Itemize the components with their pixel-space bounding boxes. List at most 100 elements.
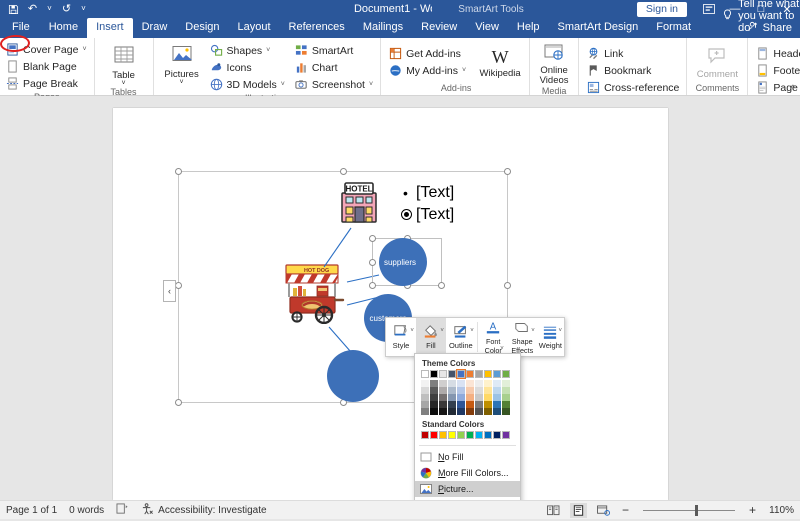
- standard-swatch-5[interactable]: [466, 431, 474, 439]
- cover-page-button[interactable]: Cover Page ˅: [4, 42, 90, 58]
- chevron-down-icon[interactable]: ˅: [180, 79, 184, 86]
- pictures-button[interactable]: Pictures ˅: [160, 45, 204, 86]
- tab-smartart-design[interactable]: SmartArt Design: [549, 18, 648, 38]
- smartart-button[interactable]: SmartArt: [293, 43, 376, 59]
- variant-4-7[interactable]: [484, 408, 492, 415]
- chevron-down-icon[interactable]: ˅: [266, 45, 270, 57]
- word-count[interactable]: 0 words: [69, 505, 104, 516]
- chevron-down-icon[interactable]: ˅: [558, 327, 562, 336]
- resize-handle-nw[interactable]: [175, 168, 182, 175]
- standard-swatch-0[interactable]: [421, 431, 429, 439]
- customize-quick-access-icon[interactable]: ˅: [77, 1, 90, 17]
- resize-handle-n[interactable]: [340, 168, 347, 175]
- mini-weight-button[interactable]: Weight ˅: [537, 318, 564, 356]
- standard-swatch-8[interactable]: [493, 431, 501, 439]
- variant-4-6[interactable]: [475, 408, 483, 415]
- chevron-down-icon[interactable]: ˅: [462, 65, 466, 77]
- smartart-text-pane[interactable]: • [Text] [Text]: [401, 182, 454, 226]
- variant-4-8[interactable]: [493, 408, 501, 415]
- variant-2-1[interactable]: [430, 394, 438, 401]
- ribbon-display-options-icon[interactable]: [696, 0, 722, 18]
- undo-icon[interactable]: ↶: [24, 1, 41, 17]
- redo-icon[interactable]: ↺: [58, 1, 75, 17]
- variant-3-8[interactable]: [493, 401, 501, 408]
- get-add-ins-button[interactable]: Get Add-ins: [387, 46, 469, 62]
- text-pane-bullet-1[interactable]: • [Text]: [401, 182, 454, 204]
- text-pane-toggle[interactable]: ‹: [163, 280, 176, 302]
- hot-dog-cart-image[interactable]: HOT DOG: [279, 252, 347, 325]
- tab-format[interactable]: Format: [647, 18, 700, 38]
- zoom-level[interactable]: 110%: [766, 505, 794, 516]
- share-button[interactable]: Share: [748, 21, 792, 35]
- mini-shape-effects-button[interactable]: Shape Effects ˅: [508, 318, 537, 356]
- chevron-down-icon[interactable]: ˅: [531, 327, 535, 336]
- zoom-slider[interactable]: [642, 504, 735, 516]
- sign-in-button[interactable]: Sign in: [636, 1, 687, 17]
- variant-4-5[interactable]: [466, 408, 474, 415]
- resize-handle-sw[interactable]: [175, 399, 182, 406]
- variant-3-9[interactable]: [502, 401, 510, 408]
- read-mode-icon[interactable]: [545, 503, 562, 518]
- variant-1-6[interactable]: [475, 387, 483, 394]
- variant-3-7[interactable]: [484, 401, 492, 408]
- variant-0-8[interactable]: [493, 380, 501, 387]
- standard-swatch-2[interactable]: [439, 431, 447, 439]
- mini-font-color-button[interactable]: A Font Color ˅: [479, 318, 508, 356]
- tab-review[interactable]: Review: [412, 18, 466, 38]
- theme-swatch-7[interactable]: [484, 370, 492, 378]
- screenshot-button[interactable]: Screenshot ˅: [293, 77, 376, 93]
- variant-4-2[interactable]: [439, 408, 447, 415]
- node-handle-sw[interactable]: [369, 282, 376, 289]
- variant-1-8[interactable]: [493, 387, 501, 394]
- node-handle-se[interactable]: [438, 282, 445, 289]
- variant-2-8[interactable]: [493, 394, 501, 401]
- menu-item-no-fill[interactable]: No Fill: [415, 449, 520, 465]
- variant-0-1[interactable]: [430, 380, 438, 387]
- 3d-models-button[interactable]: 3D Models ˅: [208, 77, 288, 93]
- variant-0-9[interactable]: [502, 380, 510, 387]
- resize-handle-ne[interactable]: [504, 168, 511, 175]
- zoom-in-button[interactable]: +: [747, 503, 758, 517]
- variant-2-3[interactable]: [448, 394, 456, 401]
- variant-2-6[interactable]: [475, 394, 483, 401]
- variant-3-3[interactable]: [448, 401, 456, 408]
- variant-3-0[interactable]: [421, 401, 429, 408]
- variant-4-4[interactable]: [457, 408, 465, 415]
- undo-dropdown-icon[interactable]: ˅: [43, 1, 56, 17]
- theme-swatch-6[interactable]: [475, 370, 483, 378]
- variant-0-3[interactable]: [448, 380, 456, 387]
- footer-button[interactable]: Footer˅: [754, 63, 800, 79]
- text-pane-bullet-2[interactable]: [Text]: [401, 204, 454, 226]
- online-videos-button[interactable]: Online Videos: [535, 43, 573, 86]
- node-handle-nw[interactable]: [369, 235, 376, 242]
- variant-0-5[interactable]: [466, 380, 474, 387]
- mini-outline-button[interactable]: Outline ˅: [446, 318, 476, 356]
- link-button[interactable]: Link: [585, 46, 682, 62]
- variant-3-2[interactable]: [439, 401, 447, 408]
- resize-handle-w[interactable]: [175, 282, 182, 289]
- tab-file[interactable]: File: [4, 18, 40, 38]
- variant-1-1[interactable]: [430, 387, 438, 394]
- mini-fill-button[interactable]: Fill ˅: [415, 318, 446, 356]
- chevron-down-icon[interactable]: ˅: [281, 79, 285, 91]
- standard-swatch-6[interactable]: [475, 431, 483, 439]
- page-break-button[interactable]: Page Break: [4, 76, 90, 92]
- wikipedia-button[interactable]: W Wikipedia: [475, 46, 525, 79]
- theme-swatch-0[interactable]: [421, 370, 429, 378]
- web-layout-icon[interactable]: [595, 503, 612, 518]
- variant-1-9[interactable]: [502, 387, 510, 394]
- variant-0-4[interactable]: [457, 380, 465, 387]
- chevron-down-icon[interactable]: ˅: [440, 327, 444, 336]
- chart-button[interactable]: Chart: [293, 60, 376, 76]
- standard-swatch-9[interactable]: [502, 431, 510, 439]
- standard-swatch-4[interactable]: [457, 431, 465, 439]
- variant-4-1[interactable]: [430, 408, 438, 415]
- node-handle-w[interactable]: [369, 259, 376, 266]
- tab-help[interactable]: Help: [508, 18, 549, 38]
- save-icon[interactable]: [5, 1, 22, 17]
- chevron-down-icon[interactable]: ˅: [470, 327, 474, 336]
- bookmark-button[interactable]: Bookmark: [585, 63, 682, 79]
- theme-swatch-2[interactable]: [439, 370, 447, 378]
- tab-home[interactable]: Home: [40, 18, 87, 38]
- icons-button[interactable]: Icons: [208, 60, 288, 76]
